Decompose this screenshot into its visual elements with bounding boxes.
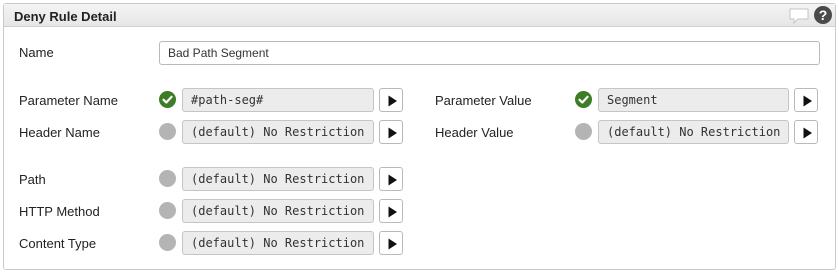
content-type-field: (default) No Restriction [182,231,374,255]
gray-circle-icon [159,234,176,251]
http-method-edit-button[interactable] [379,199,403,223]
play-icon [388,206,397,218]
http-method-label: HTTP Method [19,204,100,219]
content-type-label: Content Type [19,236,97,251]
header-name-label: Header Name [19,125,100,140]
play-icon [388,95,397,107]
http-method-field: (default) No Restriction [182,199,374,223]
parameter-value-edit-button[interactable] [794,88,818,112]
parameter-name-label: Parameter Name [19,93,118,108]
play-icon [803,95,812,107]
header-name-edit-button[interactable] [379,120,403,144]
name-label: Name [19,45,54,60]
check-circle-icon [575,91,592,108]
panel-title: Deny Rule Detail [14,9,117,24]
header-name-field: (default) No Restriction [182,120,374,144]
path-field: (default) No Restriction [182,167,374,191]
comment-icon[interactable] [789,8,809,25]
gray-circle-icon [159,123,176,140]
parameter-value-label: Parameter Value [435,93,532,108]
check-circle-icon [159,91,176,108]
help-icon[interactable]: ? [814,6,832,24]
play-icon [388,127,397,139]
panel-header: Deny Rule Detail ? [4,4,835,27]
gray-circle-icon [575,123,592,140]
gray-circle-icon [159,170,176,187]
parameter-name-field: #path-seg# [182,88,374,112]
gray-circle-icon [159,202,176,219]
header-value-field: (default) No Restriction [598,120,789,144]
path-edit-button[interactable] [379,167,403,191]
play-icon [388,174,397,186]
play-icon [803,127,812,139]
play-icon [388,238,397,250]
header-value-label: Header Value [435,125,514,140]
parameter-name-edit-button[interactable] [379,88,403,112]
name-field[interactable]: Bad Path Segment [159,41,820,65]
content-type-edit-button[interactable] [379,231,403,255]
path-label: Path [19,172,46,187]
header-value-edit-button[interactable] [794,120,818,144]
parameter-value-field: Segment [598,88,789,112]
